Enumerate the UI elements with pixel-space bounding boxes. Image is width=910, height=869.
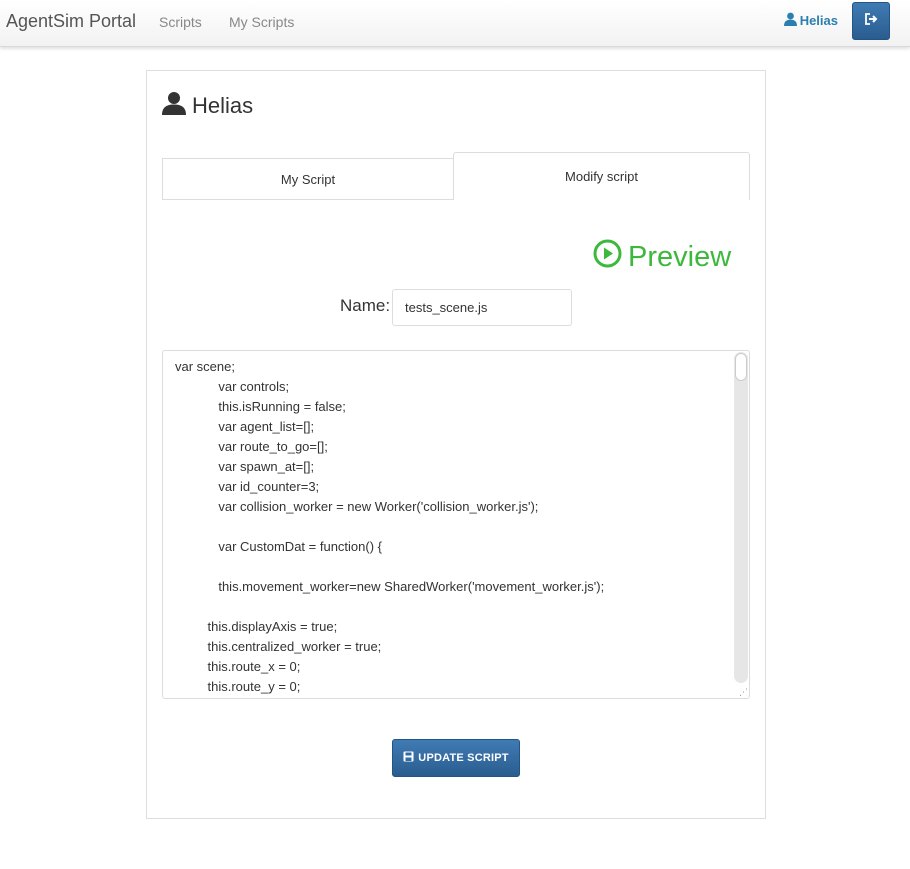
nav-link-my-scripts[interactable]: My Scripts (229, 14, 294, 30)
page-title: Helias (162, 91, 253, 121)
code-line: var spawn_at=[]; (175, 459, 315, 474)
user-icon (162, 91, 186, 121)
code-line: this.route_y = 0; (175, 679, 301, 694)
code-scrollbar-thumb[interactable] (735, 353, 747, 381)
script-panel: Helias My Script Modify script Preview N… (146, 70, 766, 819)
update-script-label: UPDATE SCRIPT (418, 752, 509, 764)
floppy-disk-icon (403, 751, 414, 765)
preview-label: Preview (628, 241, 732, 273)
code-line: var controls; (175, 379, 290, 394)
nav-link-scripts[interactable]: Scripts (159, 14, 202, 30)
code-line: this.movement_worker=new SharedWorker('m… (175, 579, 605, 594)
preview-button[interactable]: Preview (593, 239, 731, 276)
code-line: this.isRunning = false; (175, 399, 346, 414)
nav-user-link[interactable]: Helias (783, 12, 838, 29)
navbar: AgentSim Portal Scripts My Scripts Helia… (0, 0, 910, 47)
tab-my-script-label: My Script (280, 171, 336, 187)
code-line: var agent_list=[]; (175, 419, 315, 434)
code-line: this.route_x = 0; (175, 659, 301, 674)
tab-modify-script[interactable]: Modify script (453, 152, 750, 200)
brand-link[interactable]: AgentSim Portal (6, 11, 136, 32)
code-editor[interactable]: var scene; var controls; this.isRunning … (162, 350, 750, 699)
code-line: this.centralized_worker = true; (175, 639, 382, 654)
resize-handle[interactable]: ⋰ (738, 687, 748, 697)
code-line: var CustomDat = function() { (175, 539, 382, 554)
sign-out-icon (864, 12, 878, 30)
code-line: var route_to_go=[]; (175, 439, 328, 454)
logout-button[interactable] (852, 2, 890, 40)
code-lines: var scene; var controls; this.isRunning … (175, 357, 731, 697)
page-title-text: Helias (192, 93, 254, 118)
user-icon (783, 12, 797, 29)
play-circle-icon (593, 239, 622, 276)
tab-my-script[interactable]: My Script (162, 158, 454, 200)
tab-modify-script-label: Modify script (565, 169, 638, 184)
code-line: var id_counter=3; (175, 479, 320, 494)
name-input[interactable] (392, 289, 572, 326)
code-line: this.displayAxis = true; (175, 619, 338, 634)
code-scrollbar[interactable] (734, 352, 748, 683)
code-line: var collision_worker = new Worker('colli… (175, 499, 539, 514)
nav-user-name: Helias (799, 13, 838, 28)
update-script-button[interactable]: UPDATE SCRIPT (392, 739, 520, 777)
name-label: Name: (340, 296, 391, 315)
code-line: var scene; (175, 359, 235, 374)
